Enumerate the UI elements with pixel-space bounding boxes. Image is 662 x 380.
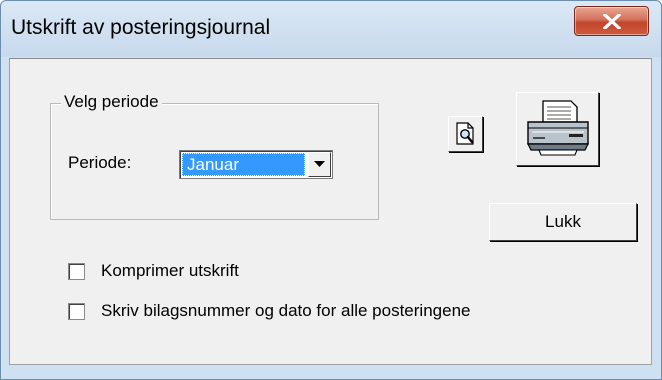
close-window-button[interactable] (574, 6, 649, 36)
window-title: Utskrift av posteringsjournal (11, 16, 271, 39)
period-group-label: Velg periode (61, 92, 162, 112)
dialog-content: Velg periode Periode: Januar Lukk Kompri… (9, 58, 652, 365)
chevron-down-icon (314, 161, 325, 167)
print-button[interactable] (516, 92, 599, 166)
voucher-number-label[interactable]: Skriv bilagsnummer og dato for alle post… (101, 301, 470, 321)
period-label: Periode: (68, 153, 132, 172)
print-preview-button[interactable] (448, 116, 483, 152)
title-bar: Utskrift av posteringsjournal (1, 1, 661, 57)
compress-print-label[interactable]: Komprimer utskrift (101, 261, 239, 281)
voucher-number-checkbox[interactable] (68, 303, 85, 320)
print-preview-icon (456, 122, 474, 145)
dropdown-arrow-button[interactable] (308, 152, 331, 177)
period-dropdown[interactable]: Januar (179, 150, 333, 179)
compress-print-checkbox[interactable] (68, 263, 85, 280)
printer-icon (527, 100, 589, 156)
period-selected-value[interactable]: Januar (182, 153, 305, 176)
period-groupbox: Velg periode Periode: Januar (50, 92, 379, 220)
close-button[interactable]: Lukk (489, 203, 637, 241)
close-x-icon (603, 14, 621, 29)
dialog-window: Utskrift av posteringsjournal Velg perio… (0, 0, 662, 380)
